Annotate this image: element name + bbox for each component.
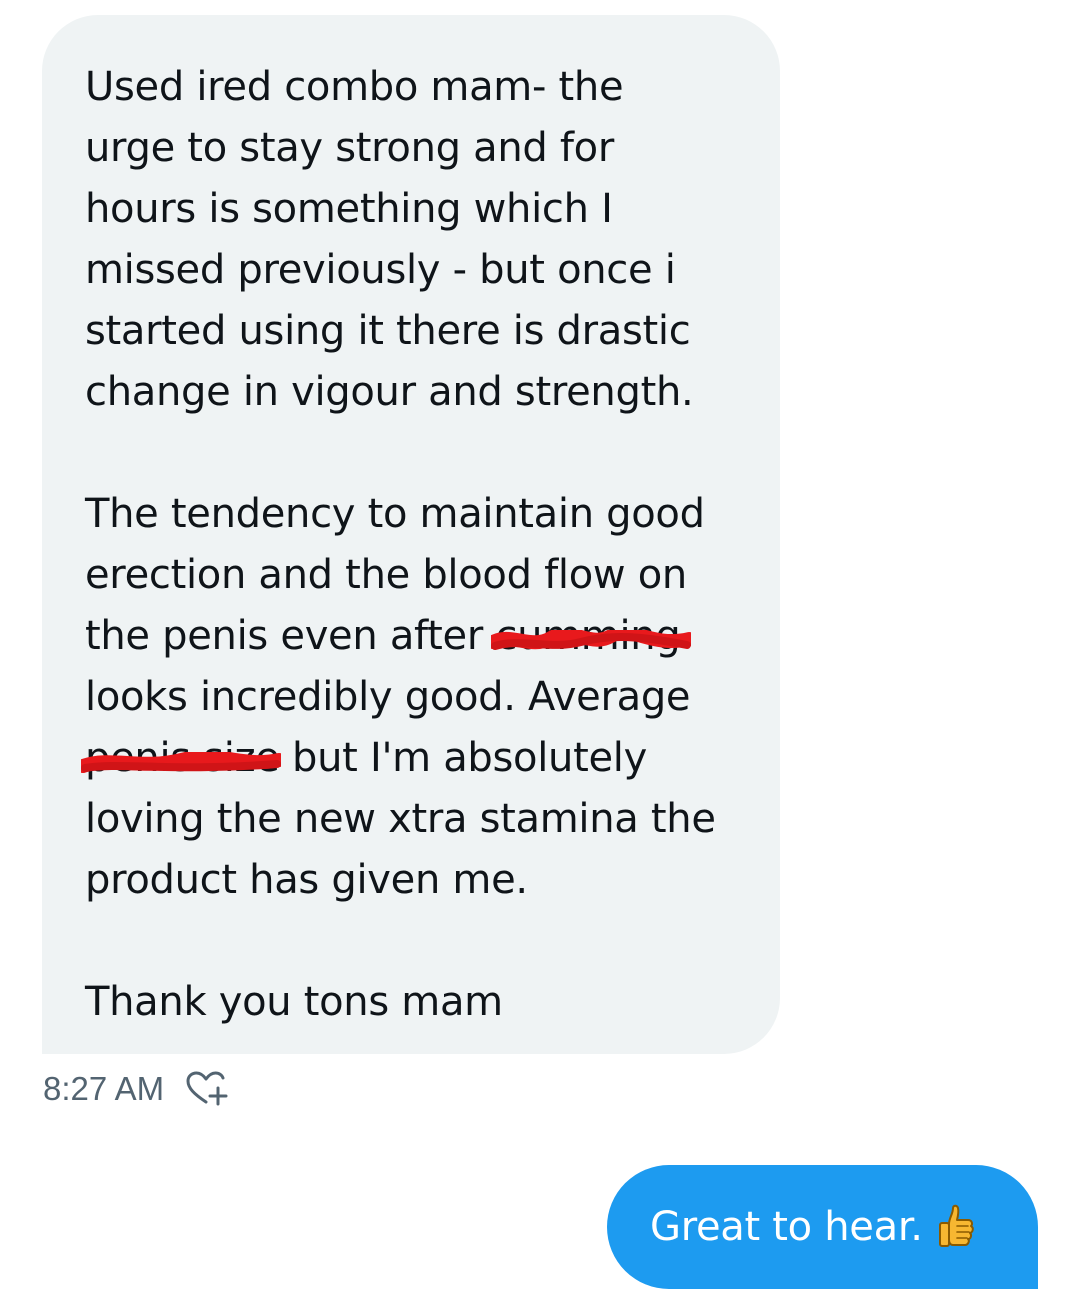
message-line: Thank you tons mam <box>85 979 503 1025</box>
message-line: urge to stay strong and for <box>85 125 614 171</box>
outgoing-message-bubble[interactable]: Great to hear. <box>607 1165 1038 1289</box>
message-text: the penis even after <box>85 613 496 659</box>
message-line: Used ired combo mam- the <box>85 64 624 110</box>
thumbs-up-icon <box>938 1204 974 1247</box>
message-paragraph-2: The tendency to maintain good erection a… <box>81 484 780 911</box>
message-line: product has given me. <box>85 857 528 903</box>
red-scribble-redaction <box>491 630 692 650</box>
message-paragraph-3: Thank you tons mam <box>85 972 780 1033</box>
message-line: The tendency to maintain good <box>85 491 705 537</box>
message-line: change in vigour and strength. <box>85 369 694 415</box>
message-line: started using it there is drastic <box>85 308 691 354</box>
message-line: looks incredibly good. Average <box>85 674 691 720</box>
incoming-message-bubble[interactable]: Used ired combo mam- the urge to stay st… <box>42 15 780 1054</box>
message-line: loving the new xtra stamina the <box>85 796 716 842</box>
message-line: hours is something which I <box>85 186 613 232</box>
message-timestamp: 8:27 AM <box>43 1070 165 1107</box>
heart-add-icon[interactable] <box>184 1069 230 1109</box>
message-meta: 8:27 AM <box>43 1067 230 1111</box>
message-line: erection and the blood flow on <box>85 552 687 598</box>
message-paragraph-1: Used ired combo mam- the urge to stay st… <box>85 57 780 423</box>
redacted-word: cumming <box>491 606 692 667</box>
red-scribble-redaction <box>81 752 281 773</box>
redacted-word: penis <box>81 728 281 789</box>
message-line: missed previously - but once i <box>85 247 676 293</box>
message-line: the penis even after cumming <box>85 606 780 667</box>
outgoing-message-text: Great to hear. <box>650 1204 923 1250</box>
message-line: penis size but I'm absolutely <box>81 728 780 789</box>
dm-conversation: Used ired combo mam- the urge to stay st… <box>0 0 1080 1302</box>
